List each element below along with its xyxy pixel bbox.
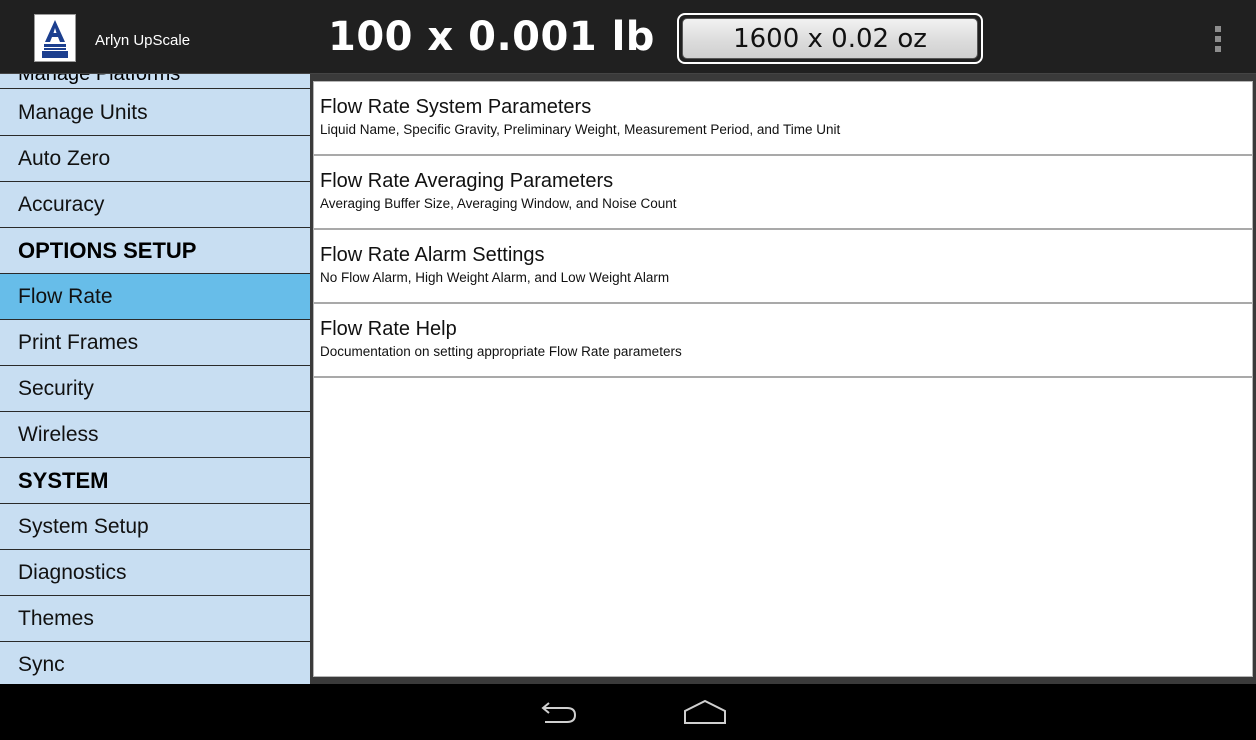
settings-item-subtitle: Averaging Buffer Size, Averaging Window,… bbox=[320, 196, 677, 211]
settings-item-flow-rate-help[interactable]: Flow Rate Help Documentation on setting … bbox=[314, 304, 1252, 378]
app-title: Arlyn UpScale bbox=[95, 32, 191, 49]
settings-item-flow-rate-alarm-settings[interactable]: Flow Rate Alarm Settings No Flow Alarm, … bbox=[314, 230, 1252, 304]
arlyn-logo[interactable] bbox=[34, 14, 76, 62]
sidebar-item-diagnostics[interactable]: Diagnostics bbox=[0, 550, 310, 596]
sidebar-item-flow-rate[interactable]: Flow Rate bbox=[0, 274, 310, 320]
arlyn-logo-icon bbox=[37, 17, 73, 59]
system-nav-bar bbox=[0, 684, 1256, 740]
sidebar-item-accuracy[interactable]: Accuracy bbox=[0, 182, 310, 228]
sidebar-item-system-setup[interactable]: System Setup bbox=[0, 504, 310, 550]
sidebar-divider bbox=[0, 88, 310, 89]
main-weight-display: 100 x 0.001 lb bbox=[328, 14, 655, 60]
settings-item-subtitle: Documentation on setting appropriate Flo… bbox=[320, 344, 682, 359]
flow-rate-settings-panel: Flow Rate System Parameters Liquid Name,… bbox=[313, 81, 1253, 677]
sidebar-item-wireless[interactable]: Wireless bbox=[0, 412, 310, 458]
back-icon[interactable] bbox=[537, 700, 581, 726]
sidebar-item-auto-zero[interactable]: Auto Zero bbox=[0, 136, 310, 182]
settings-item-title: Flow Rate System Parameters bbox=[320, 96, 592, 118]
home-icon[interactable] bbox=[680, 698, 730, 726]
sidebar-header-options-setup: OPTIONS SETUP bbox=[0, 228, 310, 274]
settings-sidebar[interactable]: Manage Platforms Manage Units Auto Zero … bbox=[0, 74, 310, 684]
settings-item-subtitle: Liquid Name, Specific Gravity, Prelimina… bbox=[320, 122, 841, 137]
sidebar-item-print-frames[interactable]: Print Frames bbox=[0, 320, 310, 366]
overflow-menu-icon[interactable] bbox=[1208, 24, 1228, 54]
sidebar-item-manage-platforms[interactable]: Manage Platforms bbox=[0, 74, 310, 86]
settings-item-title: Flow Rate Alarm Settings bbox=[320, 244, 545, 266]
sidebar-item-sync[interactable]: Sync bbox=[0, 642, 310, 684]
sidebar-header-system: SYSTEM bbox=[0, 458, 310, 504]
sidebar-item-security[interactable]: Security bbox=[0, 366, 310, 412]
secondary-weight-label: 1600 x 0.02 oz bbox=[682, 18, 978, 59]
action-bar: Arlyn UpScale 100 x 0.001 lb 1600 x 0.02… bbox=[0, 0, 1256, 74]
secondary-weight-button[interactable]: 1600 x 0.02 oz bbox=[677, 13, 983, 64]
settings-item-flow-rate-system-parameters[interactable]: Flow Rate System Parameters Liquid Name,… bbox=[314, 82, 1252, 156]
sidebar-item-themes[interactable]: Themes bbox=[0, 596, 310, 642]
sidebar-list: Manage Units Auto Zero Accuracy OPTIONS … bbox=[0, 90, 310, 684]
settings-item-subtitle: No Flow Alarm, High Weight Alarm, and Lo… bbox=[320, 270, 670, 285]
settings-item-title: Flow Rate Averaging Parameters bbox=[320, 170, 614, 192]
settings-item-flow-rate-averaging-parameters[interactable]: Flow Rate Averaging Parameters Averaging… bbox=[314, 156, 1252, 230]
settings-item-title: Flow Rate Help bbox=[320, 318, 457, 340]
sidebar-item-manage-units[interactable]: Manage Units bbox=[0, 90, 310, 136]
